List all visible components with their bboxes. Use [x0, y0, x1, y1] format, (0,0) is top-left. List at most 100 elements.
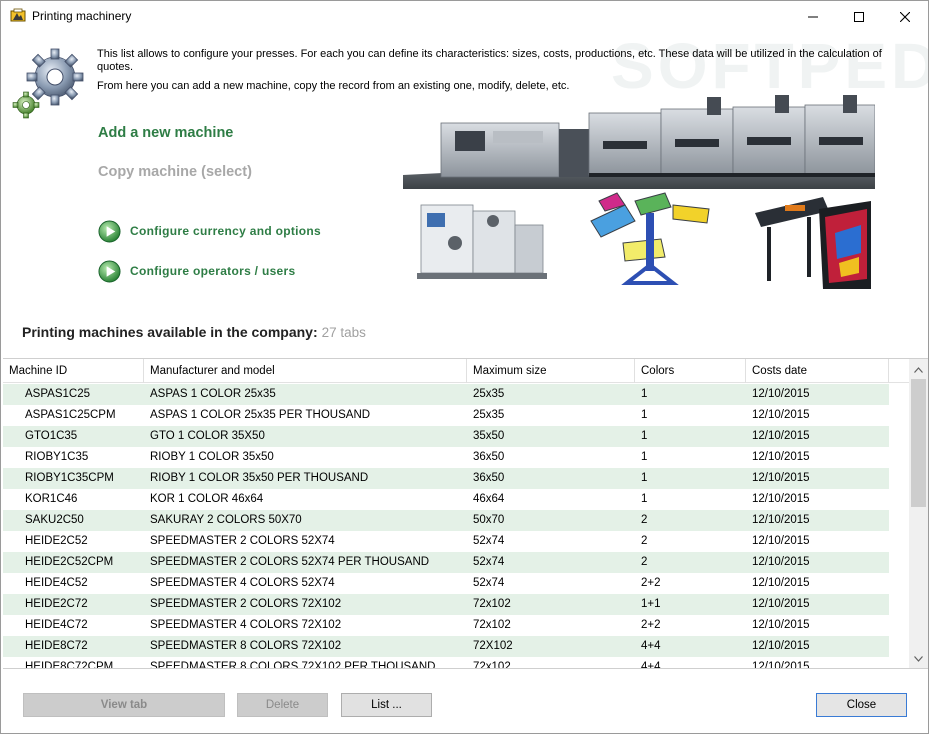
title-bar: Printing machinery — [1, 1, 928, 32]
delete-button[interactable]: Delete — [237, 693, 328, 717]
table-row[interactable]: HEIDE2C52CPM SPEEDMASTER 2 COLORS 52X74 … — [3, 552, 889, 573]
configure-operators-label: Configure operators / users — [130, 264, 296, 278]
list-button[interactable]: List ... — [341, 693, 432, 717]
cell-manufacturer: SPEEDMASTER 2 COLORS 52X74 PER THOUSAND — [150, 556, 430, 568]
table-row[interactable]: HEIDE2C52 SPEEDMASTER 2 COLORS 52X74 52x… — [3, 531, 889, 552]
minimize-button[interactable] — [790, 1, 836, 32]
cell-colors: 2 — [641, 556, 648, 568]
cell-maximum-size: 46x64 — [473, 493, 505, 505]
minimize-icon — [808, 16, 818, 17]
cell-maximum-size: 72x102 — [473, 598, 511, 610]
machines-section-label: Printing machines available in the compa… — [22, 324, 318, 340]
column-header-manufacturer[interactable]: Manufacturer and model — [144, 359, 467, 383]
cell-colors: 1 — [641, 493, 648, 505]
scroll-down-button[interactable] — [909, 650, 928, 667]
configure-currency-option[interactable]: Configure currency and options — [98, 219, 321, 243]
cell-manufacturer: ASPAS 1 COLOR 25x35 — [150, 388, 276, 400]
cell-manufacturer: SPEEDMASTER 2 COLORS 52X74 — [150, 535, 335, 547]
machines-count: 27 tabs — [321, 325, 366, 340]
cell-colors: 1 — [641, 430, 648, 442]
cell-manufacturer: SPEEDMASTER 2 COLORS 72X102 — [150, 598, 342, 610]
cell-costs-date: 12/10/2015 — [752, 430, 810, 442]
cell-colors: 2+2 — [641, 619, 661, 631]
cell-costs-date: 12/10/2015 — [752, 661, 810, 669]
column-header-colors[interactable]: Colors — [635, 359, 746, 383]
intro-line-2: From here you can add a new machine, cop… — [97, 80, 570, 92]
table-row[interactable]: GTO1C35 GTO 1 COLOR 35X50 35x50 1 12/10/… — [3, 426, 889, 447]
column-header-maximum-size[interactable]: Maximum size — [467, 359, 635, 383]
cell-maximum-size: 72x102 — [473, 661, 511, 669]
cell-colors: 4+4 — [641, 640, 661, 652]
machines-section-title: Printing machines available in the compa… — [22, 324, 366, 340]
cell-costs-date: 12/10/2015 — [752, 577, 810, 589]
column-header-machine-id[interactable]: Machine ID — [3, 359, 144, 383]
cell-maximum-size: 52x74 — [473, 535, 505, 547]
view-tab-button[interactable]: View tab — [23, 693, 225, 717]
cell-costs-date: 12/10/2015 — [752, 535, 810, 547]
cell-maximum-size: 35x50 — [473, 430, 505, 442]
scrollbar-thumb[interactable] — [911, 379, 926, 507]
cell-maximum-size: 25x35 — [473, 409, 505, 421]
table-row[interactable]: RIOBY1C35CPM RIOBY 1 COLOR 35x50 PER THO… — [3, 468, 889, 489]
grid-header: Machine ID Manufacturer and model Maximu… — [3, 359, 928, 383]
table-row[interactable]: HEIDE2C72 SPEEDMASTER 2 COLORS 72X102 72… — [3, 594, 889, 615]
cell-machine-id: SAKU2C50 — [25, 514, 84, 526]
close-button[interactable]: Close — [816, 693, 907, 717]
cell-maximum-size: 72X102 — [473, 640, 513, 652]
cell-machine-id: HEIDE2C72 — [25, 598, 88, 610]
cell-costs-date: 12/10/2015 — [752, 598, 810, 610]
intro-line-1: This list allows to configure your press… — [97, 48, 882, 73]
table-row[interactable]: ASPAS1C25CPM ASPAS 1 COLOR 25x35 PER THO… — [3, 405, 889, 426]
cell-machine-id: RIOBY1C35 — [25, 451, 89, 463]
cell-costs-date: 12/10/2015 — [752, 388, 810, 400]
cell-machine-id: KOR1C46 — [25, 493, 78, 505]
close-window-button[interactable] — [882, 1, 928, 32]
printer-app-icon — [10, 8, 26, 22]
cell-maximum-size: 25x35 — [473, 388, 505, 400]
column-header-costs-date[interactable]: Costs date — [746, 359, 889, 383]
intro-text: This list allows to configure your press… — [97, 48, 887, 99]
cell-manufacturer: KOR 1 COLOR 46x64 — [150, 493, 264, 505]
cell-machine-id: HEIDE2C52 — [25, 535, 88, 547]
add-machine-link[interactable]: Add a new machine — [98, 125, 233, 141]
gears-icon — [12, 48, 84, 119]
table-row[interactable]: KOR1C46 KOR 1 COLOR 46x64 46x64 1 12/10/… — [3, 489, 889, 510]
cell-manufacturer: RIOBY 1 COLOR 35x50 — [150, 451, 274, 463]
grid-body: ASPAS1C25 ASPAS 1 COLOR 25x35 25x35 1 12… — [3, 384, 889, 669]
cell-costs-date: 12/10/2015 — [752, 619, 810, 631]
configure-operators-option[interactable]: Configure operators / users — [98, 259, 295, 283]
cell-colors: 1 — [641, 451, 648, 463]
cell-maximum-size: 36x50 — [473, 451, 505, 463]
table-row[interactable]: HEIDE8C72CPM SPEEDMASTER 8 COLORS 72X102… — [3, 657, 889, 669]
cell-manufacturer: SPEEDMASTER 8 COLORS 72X102 — [150, 640, 342, 652]
cell-machine-id: RIOBY1C35CPM — [25, 472, 114, 484]
chevron-down-icon — [914, 655, 923, 662]
green-play-icon — [98, 259, 121, 283]
printing-machinery-window: Printing machinery SOFTPEDIA — [0, 0, 929, 734]
maximize-button[interactable] — [836, 1, 882, 32]
cell-maximum-size: 50x70 — [473, 514, 505, 526]
grid-vertical-scrollbar[interactable] — [909, 359, 928, 668]
cell-colors: 1+1 — [641, 598, 661, 610]
cell-colors: 2+2 — [641, 577, 661, 589]
machines-grid[interactable]: Machine ID Manufacturer and model Maximu… — [3, 358, 928, 669]
table-row[interactable]: HEIDE4C52 SPEEDMASTER 4 COLORS 52X74 52x… — [3, 573, 889, 594]
cell-costs-date: 12/10/2015 — [752, 409, 810, 421]
table-row[interactable]: HEIDE4C72 SPEEDMASTER 4 COLORS 72X102 72… — [3, 615, 889, 636]
table-row[interactable]: SAKU2C50 SAKURAY 2 COLORS 50X70 50x70 2 … — [3, 510, 889, 531]
scroll-up-button[interactable] — [909, 361, 928, 378]
cell-manufacturer: GTO 1 COLOR 35X50 — [150, 430, 265, 442]
cell-costs-date: 12/10/2015 — [752, 514, 810, 526]
cell-costs-date: 12/10/2015 — [752, 493, 810, 505]
copy-machine-link[interactable]: Copy machine (select) — [98, 164, 252, 180]
window-title: Printing machinery — [32, 9, 132, 23]
cell-machine-id: HEIDE2C52CPM — [25, 556, 114, 568]
cell-colors: 4+4 — [641, 661, 661, 669]
cell-colors: 2 — [641, 535, 648, 547]
cell-maximum-size: 52x74 — [473, 577, 505, 589]
table-row[interactable]: ASPAS1C25 ASPAS 1 COLOR 25x35 25x35 1 12… — [3, 384, 889, 405]
table-row[interactable]: HEIDE8C72 SPEEDMASTER 8 COLORS 72X102 72… — [3, 636, 889, 657]
table-row[interactable]: RIOBY1C35 RIOBY 1 COLOR 35x50 36x50 1 12… — [3, 447, 889, 468]
printing-machines-collage — [403, 95, 875, 289]
cell-manufacturer: SPEEDMASTER 8 COLORS 72X102 PER THOUSAND — [150, 661, 436, 669]
